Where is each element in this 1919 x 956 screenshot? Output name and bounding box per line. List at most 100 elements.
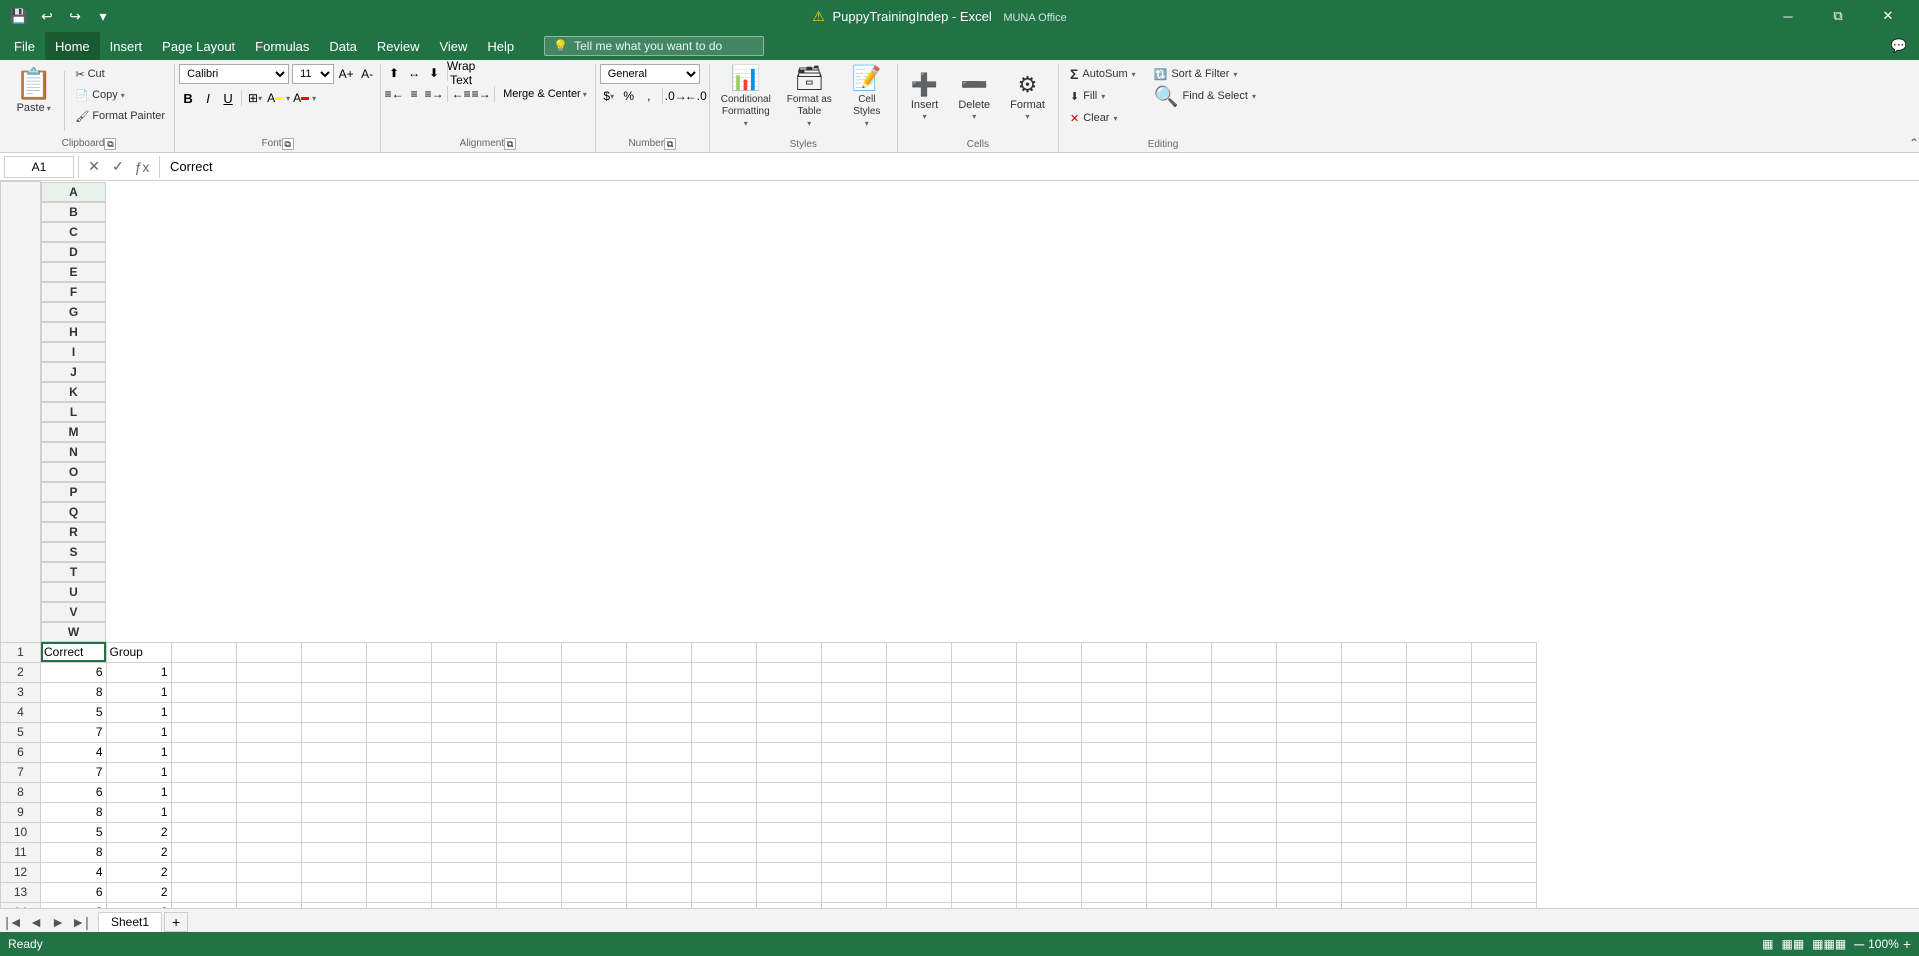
merge-center-button[interactable]: Merge & Center ▾: [499, 86, 591, 102]
cell-S7[interactable]: [1211, 762, 1276, 782]
sort-filter-button[interactable]: 🔃 Sort & Filter ▾: [1147, 64, 1263, 84]
cell-B10[interactable]: 2: [106, 822, 171, 842]
cell-O2[interactable]: [951, 662, 1016, 682]
cell-I11[interactable]: [561, 842, 626, 862]
cell-K5[interactable]: [691, 722, 756, 742]
cell-G7[interactable]: [431, 762, 496, 782]
clear-dropdown[interactable]: ▾: [1113, 114, 1117, 123]
page-break-view-button[interactable]: ▦▦▦: [1812, 937, 1846, 951]
cell-C3[interactable]: [171, 682, 236, 702]
cell-L6[interactable]: [756, 742, 821, 762]
cell-N12[interactable]: [886, 862, 951, 882]
find-select-button[interactable]: 🔍 Find & Select ▾: [1147, 86, 1263, 106]
cell-G5[interactable]: [431, 722, 496, 742]
cell-L13[interactable]: [756, 882, 821, 902]
cell-F1[interactable]: [366, 642, 431, 662]
cell-H9[interactable]: [496, 802, 561, 822]
cell-R14[interactable]: [1146, 902, 1211, 908]
cell-N2[interactable]: [886, 662, 951, 682]
cell-P7[interactable]: [1016, 762, 1081, 782]
cell-R13[interactable]: [1146, 882, 1211, 902]
cell-J4[interactable]: [626, 702, 691, 722]
cell-E13[interactable]: [301, 882, 366, 902]
cell-D14[interactable]: [236, 902, 301, 908]
cell-H4[interactable]: [496, 702, 561, 722]
cell-S13[interactable]: [1211, 882, 1276, 902]
cell-M7[interactable]: [821, 762, 886, 782]
cell-U12[interactable]: [1341, 862, 1406, 882]
cell-A5[interactable]: 7: [41, 722, 107, 742]
row-num-7[interactable]: 7: [1, 762, 41, 782]
cell-G2[interactable]: [431, 662, 496, 682]
cell-Q9[interactable]: [1081, 802, 1146, 822]
customize-qat-button[interactable]: ▾: [92, 5, 114, 27]
fill-button[interactable]: ⬇ Fill ▾: [1063, 86, 1143, 106]
enter-formula-button[interactable]: ✓: [107, 156, 129, 178]
cell-W2[interactable]: [1471, 662, 1536, 682]
col-header-m[interactable]: M: [41, 422, 106, 442]
cell-K3[interactable]: [691, 682, 756, 702]
cell-O4[interactable]: [951, 702, 1016, 722]
cell-O6[interactable]: [951, 742, 1016, 762]
comma-button[interactable]: ,: [640, 87, 658, 105]
cell-B13[interactable]: 2: [106, 882, 171, 902]
insert-dropdown[interactable]: ▾: [923, 112, 927, 121]
cond-format-dropdown[interactable]: ▾: [744, 119, 748, 128]
cell-M12[interactable]: [821, 862, 886, 882]
page-layout-view-button[interactable]: ▦▦: [1781, 937, 1804, 951]
cell-B12[interactable]: 2: [106, 862, 171, 882]
number-expand-button[interactable]: ⧉: [664, 138, 676, 150]
underline-button[interactable]: U: [219, 89, 237, 107]
increase-decimal-button[interactable]: .0→: [667, 87, 685, 105]
cell-F4[interactable]: [366, 702, 431, 722]
cell-A6[interactable]: 4: [41, 742, 107, 762]
cell-G8[interactable]: [431, 782, 496, 802]
format-dropdown[interactable]: ▾: [1026, 112, 1030, 121]
cell-P1[interactable]: [1016, 642, 1081, 662]
cell-R12[interactable]: [1146, 862, 1211, 882]
cell-I3[interactable]: [561, 682, 626, 702]
cell-L10[interactable]: [756, 822, 821, 842]
fill-color-dropdown[interactable]: ▾: [286, 94, 290, 103]
cell-R6[interactable]: [1146, 742, 1211, 762]
next-sheet-button[interactable]: ►: [48, 912, 68, 932]
cell-E6[interactable]: [301, 742, 366, 762]
cell-E7[interactable]: [301, 762, 366, 782]
cell-B7[interactable]: 1: [106, 762, 171, 782]
cell-N3[interactable]: [886, 682, 951, 702]
cell-J11[interactable]: [626, 842, 691, 862]
cell-G12[interactable]: [431, 862, 496, 882]
font-name-select[interactable]: Calibri: [179, 64, 289, 84]
cell-U3[interactable]: [1341, 682, 1406, 702]
cell-S4[interactable]: [1211, 702, 1276, 722]
cell-N6[interactable]: [886, 742, 951, 762]
col-header-e[interactable]: E: [41, 262, 106, 282]
normal-view-button[interactable]: ▦: [1762, 937, 1773, 951]
menu-formulas[interactable]: Formulas: [245, 32, 319, 60]
cell-O13[interactable]: [951, 882, 1016, 902]
cell-I1[interactable]: [561, 642, 626, 662]
cell-M2[interactable]: [821, 662, 886, 682]
col-header-j[interactable]: J: [41, 362, 106, 382]
cell-C7[interactable]: [171, 762, 236, 782]
cell-M5[interactable]: [821, 722, 886, 742]
cell-R9[interactable]: [1146, 802, 1211, 822]
menu-page-layout[interactable]: Page Layout: [152, 32, 245, 60]
col-header-b[interactable]: B: [41, 202, 106, 222]
cell-K4[interactable]: [691, 702, 756, 722]
cell-T1[interactable]: [1276, 642, 1341, 662]
cell-G6[interactable]: [431, 742, 496, 762]
insert-function-button[interactable]: ƒx: [131, 156, 153, 178]
cell-T5[interactable]: [1276, 722, 1341, 742]
align-left-button[interactable]: ≡←: [385, 85, 403, 103]
cell-N5[interactable]: [886, 722, 951, 742]
cell-R7[interactable]: [1146, 762, 1211, 782]
col-header-d[interactable]: D: [41, 242, 106, 262]
cell-R5[interactable]: [1146, 722, 1211, 742]
col-header-o[interactable]: O: [41, 462, 106, 482]
row-num-8[interactable]: 8: [1, 782, 41, 802]
cell-P8[interactable]: [1016, 782, 1081, 802]
cell-V2[interactable]: [1406, 662, 1471, 682]
cell-V12[interactable]: [1406, 862, 1471, 882]
cancel-formula-button[interactable]: ✕: [83, 156, 105, 178]
